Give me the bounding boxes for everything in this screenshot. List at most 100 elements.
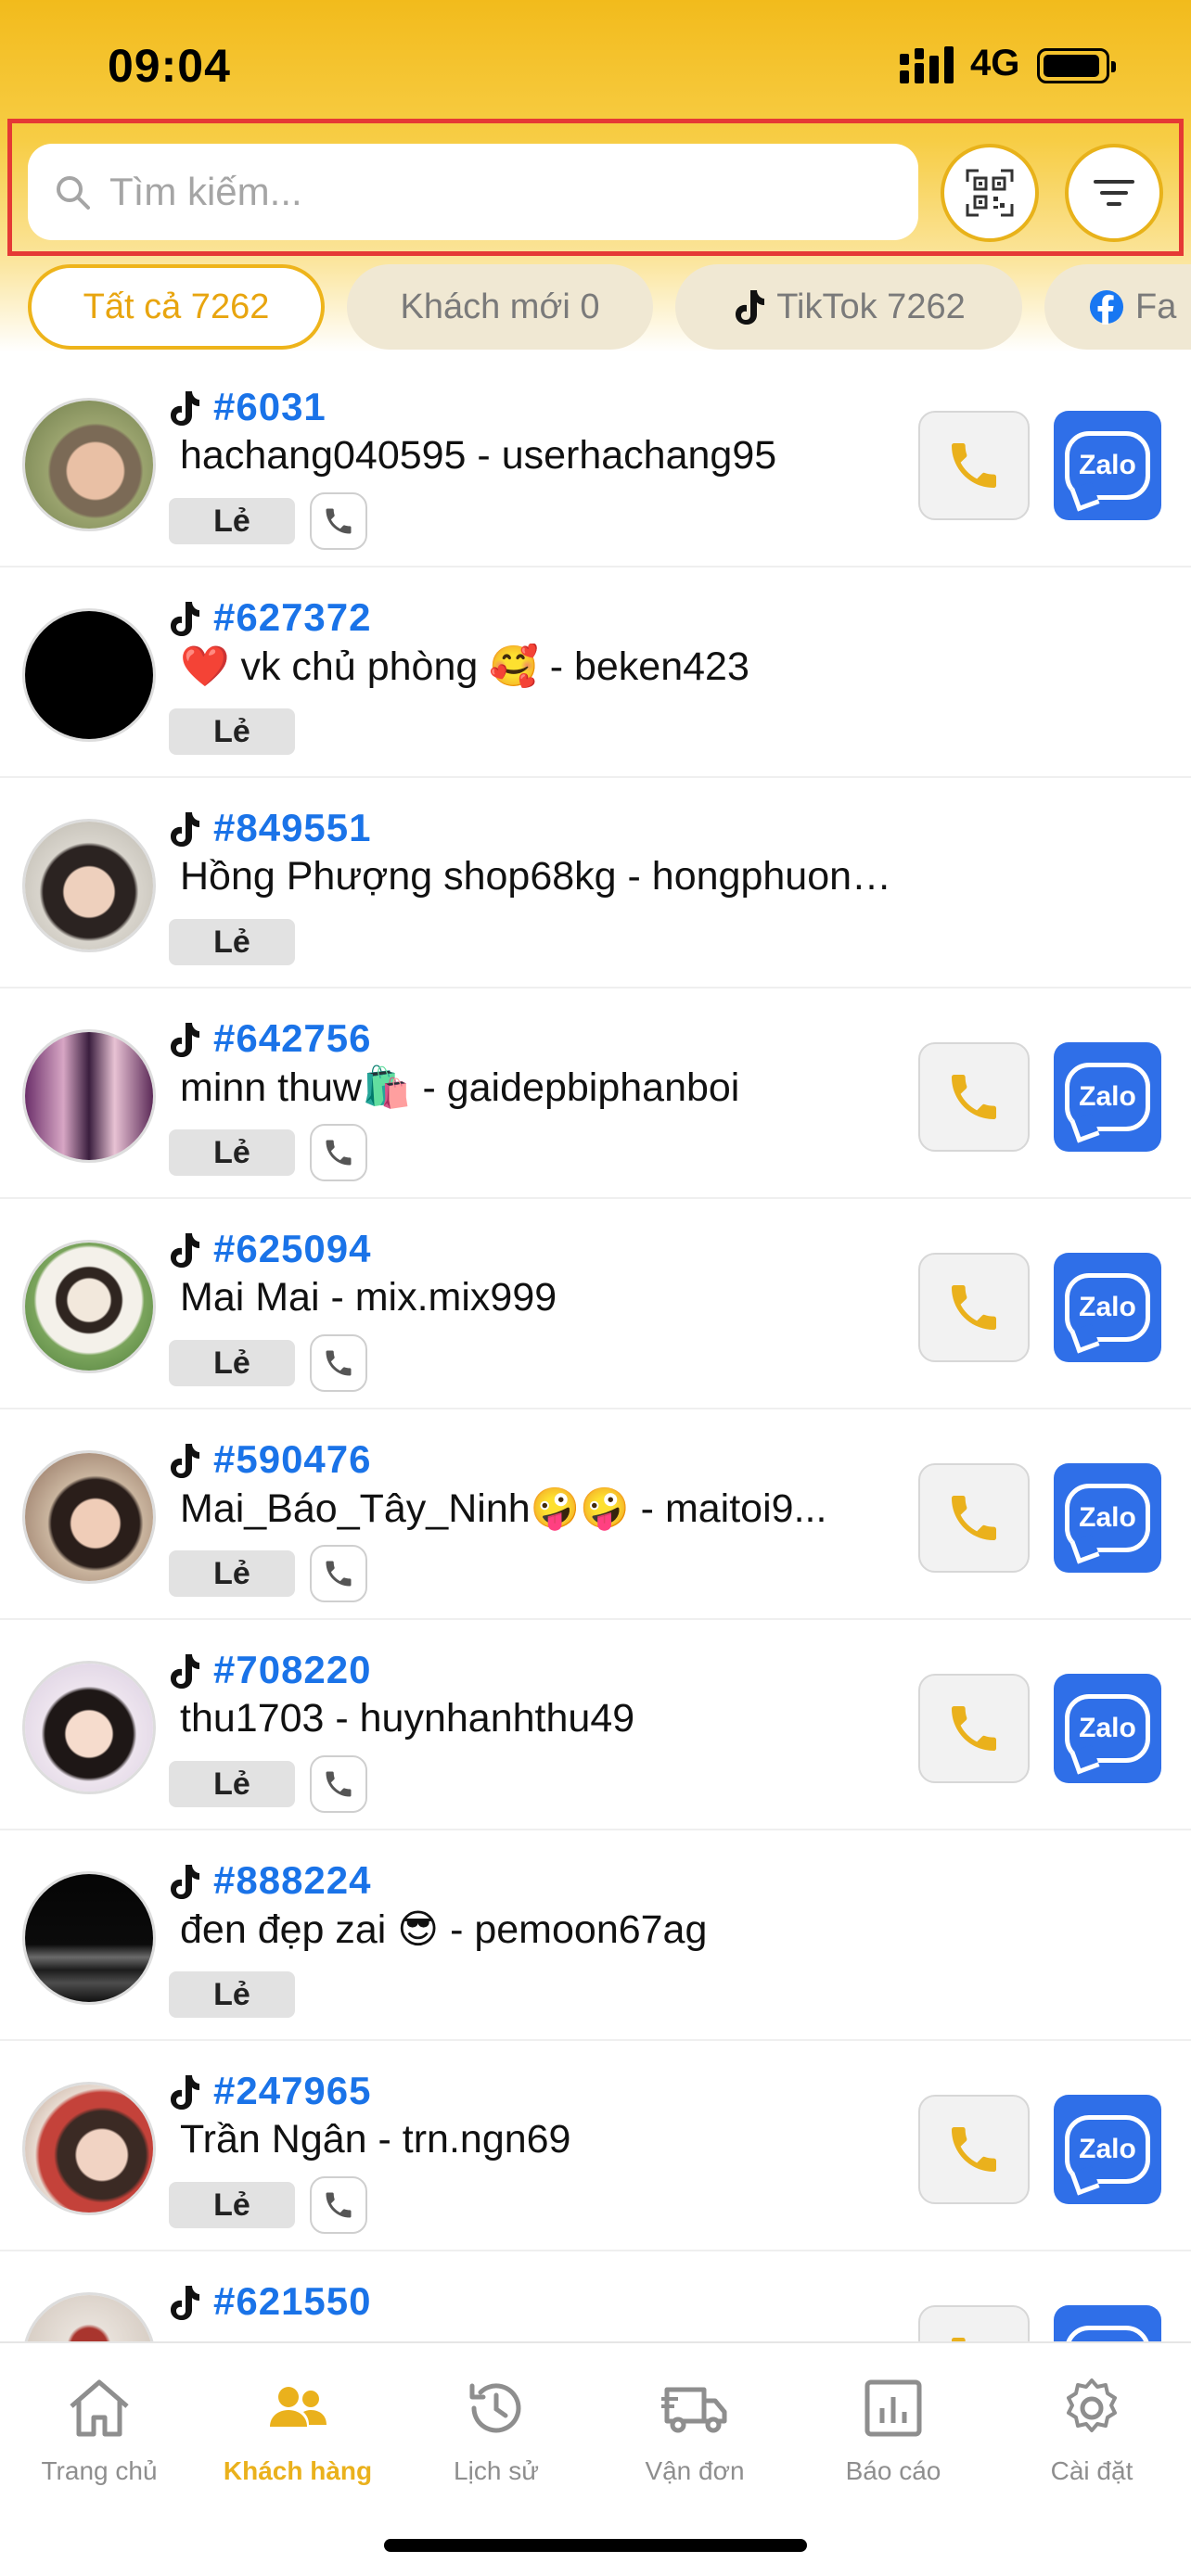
call-button[interactable] xyxy=(918,1674,1030,1783)
phone-icon xyxy=(326,1561,352,1587)
phone-icon xyxy=(326,2192,352,2218)
tab-label: Khách hàng xyxy=(223,2456,373,2485)
chip-label: Tất cả 7262 xyxy=(83,287,270,326)
call-button[interactable] xyxy=(918,2305,1030,2341)
avatar xyxy=(22,819,156,952)
search-bar[interactable] xyxy=(28,144,918,240)
call-button[interactable] xyxy=(918,1463,1030,1573)
settings-icon xyxy=(1067,2378,1117,2432)
customer-name: ❤️ vk chủ phòng 🥰 - beken423 xyxy=(180,644,749,689)
tiktok-icon xyxy=(171,1023,199,1057)
customer-list: #6031 hachang040595 - userhachang95 Lẻ Z… xyxy=(0,357,1191,2341)
chip-all[interactable]: Tất cả 7262 xyxy=(28,264,325,350)
phone-indicator xyxy=(310,1545,367,1602)
report-icon xyxy=(864,2379,922,2437)
avatar xyxy=(22,608,156,742)
qr-scan-button[interactable] xyxy=(941,144,1039,242)
customer-row[interactable]: #888224 đen đẹp zai 😎 - pemoon67ag Lẻ xyxy=(0,1830,1191,2041)
zalo-label: Zalo xyxy=(1065,431,1150,500)
tiktok-icon xyxy=(171,2075,199,2110)
network-label: 4G xyxy=(970,43,1020,83)
customer-id: #849551 xyxy=(213,806,372,849)
customer-type-badge: Lẻ xyxy=(169,498,295,544)
zalo-button[interactable]: Zalo xyxy=(1054,2095,1161,2204)
tiktok-icon xyxy=(171,391,199,426)
avatar xyxy=(22,1240,156,1373)
search-input[interactable] xyxy=(109,170,870,214)
call-button[interactable] xyxy=(918,1042,1030,1152)
zalo-button[interactable]: Zalo xyxy=(1054,1253,1161,1362)
filter-chips: Tất cả 7262 Khách mới 0 TikTok 7262 Fa xyxy=(0,264,1191,351)
zalo-button[interactable]: Zalo xyxy=(1054,1042,1161,1152)
customer-name: minn thuw🛍️ - gaidepbiphanboi xyxy=(180,1065,740,1110)
zalo-label: Zalo xyxy=(1065,1484,1150,1552)
call-button[interactable] xyxy=(918,1253,1030,1362)
home-icon xyxy=(70,2379,129,2437)
customer-name: Trần Ngân - trn.ngn69 xyxy=(180,2117,571,2162)
customer-row[interactable]: #625094 Mai Mai - mix.mix999 Lẻ Zalo xyxy=(0,1199,1191,1409)
tab-label: Cài đặt xyxy=(1050,2456,1133,2485)
filter-icon xyxy=(1094,180,1134,206)
qr-code-icon xyxy=(966,169,1014,217)
tab-customers[interactable]: Khách hàng xyxy=(198,2371,397,2486)
phone-indicator xyxy=(310,2176,367,2234)
zalo-button[interactable]: Zalo xyxy=(1054,1674,1161,1783)
signal-icon xyxy=(900,46,954,83)
customer-id: #642756 xyxy=(213,1016,372,1060)
call-button[interactable] xyxy=(918,411,1030,520)
customer-type-badge: Lẻ xyxy=(169,708,295,755)
tab-settings[interactable]: Cài đặt xyxy=(992,2371,1191,2486)
call-button[interactable] xyxy=(918,2095,1030,2204)
tab-reports[interactable]: Báo cáo xyxy=(794,2371,992,2486)
zalo-button[interactable]: Zalo xyxy=(1054,2305,1161,2341)
customer-name: đen đẹp zai 😎 - pemoon67ag xyxy=(180,1907,708,1952)
customer-row[interactable]: #708220 thu1703 - huynhanhthu49 Lẻ Zalo xyxy=(0,1620,1191,1830)
tab-shipping[interactable]: Vận đơn xyxy=(596,2371,794,2486)
avatar xyxy=(22,1871,156,2005)
chip-label: Khách mới 0 xyxy=(400,287,600,326)
avatar xyxy=(22,1029,156,1163)
avatar xyxy=(22,2292,156,2341)
tiktok-icon xyxy=(171,1444,199,1478)
customer-name: Hồng Phượng shop68kg - hongphuong386 xyxy=(180,854,894,899)
zalo-button[interactable]: Zalo xyxy=(1054,1463,1161,1573)
customer-row[interactable]: #849551 Hồng Phượng shop68kg - hongphuon… xyxy=(0,778,1191,988)
zalo-label: Zalo xyxy=(1065,2115,1150,2184)
phone-icon xyxy=(952,1075,996,1119)
phone-icon xyxy=(952,1496,996,1540)
tiktok-icon xyxy=(171,2286,199,2320)
chip-tiktok[interactable]: TikTok 7262 xyxy=(675,264,1022,350)
tab-history[interactable]: Lịch sử xyxy=(397,2371,596,2486)
filter-button[interactable] xyxy=(1065,144,1163,242)
tiktok-icon xyxy=(171,1233,199,1268)
phone-indicator xyxy=(310,1334,367,1392)
tab-home[interactable]: Trang chủ xyxy=(0,2371,198,2486)
chip-new-customers[interactable]: Khách mới 0 xyxy=(347,264,653,350)
phone-indicator xyxy=(310,492,367,550)
customer-id: #627372 xyxy=(213,595,372,639)
customer-row[interactable]: #627372 ❤️ vk chủ phòng 🥰 - beken423 Lẻ xyxy=(0,567,1191,778)
avatar xyxy=(22,2082,156,2215)
zalo-label: Zalo xyxy=(1065,1063,1150,1131)
customer-type-badge: Lẻ xyxy=(169,919,295,965)
customer-row[interactable]: #6031 hachang040595 - userhachang95 Lẻ Z… xyxy=(0,357,1191,567)
customer-row[interactable]: #247965 Trần Ngân - trn.ngn69 Lẻ Zalo xyxy=(0,2041,1191,2251)
customer-row[interactable]: #590476 Mai_Báo_Tây_Ninh🤪🤪 - maitoi9... … xyxy=(0,1409,1191,1620)
customer-name: thu1703 - huynhanhthu49 xyxy=(180,1696,635,1741)
tiktok-icon xyxy=(171,1865,199,1899)
chip-facebook[interactable]: Fa xyxy=(1044,264,1191,350)
customer-name: Mai Mai - mix.mix999 xyxy=(180,1275,557,1320)
phone-icon xyxy=(326,1350,352,1376)
phone-icon xyxy=(952,1706,996,1751)
phone-indicator xyxy=(310,1755,367,1813)
tiktok-icon xyxy=(171,812,199,847)
customer-type-badge: Lẻ xyxy=(169,2182,295,2228)
avatar xyxy=(22,1450,156,1584)
phone-icon xyxy=(326,1140,352,1166)
customer-row[interactable]: #642756 minn thuw🛍️ - gaidepbiphanboi Lẻ… xyxy=(0,988,1191,1199)
zalo-button[interactable]: Zalo xyxy=(1054,411,1161,520)
phone-icon xyxy=(326,508,352,534)
customer-row[interactable]: #621550 Zalo xyxy=(0,2251,1191,2341)
chip-label: TikTok 7262 xyxy=(776,287,966,326)
tab-label: Trang chủ xyxy=(41,2456,158,2485)
